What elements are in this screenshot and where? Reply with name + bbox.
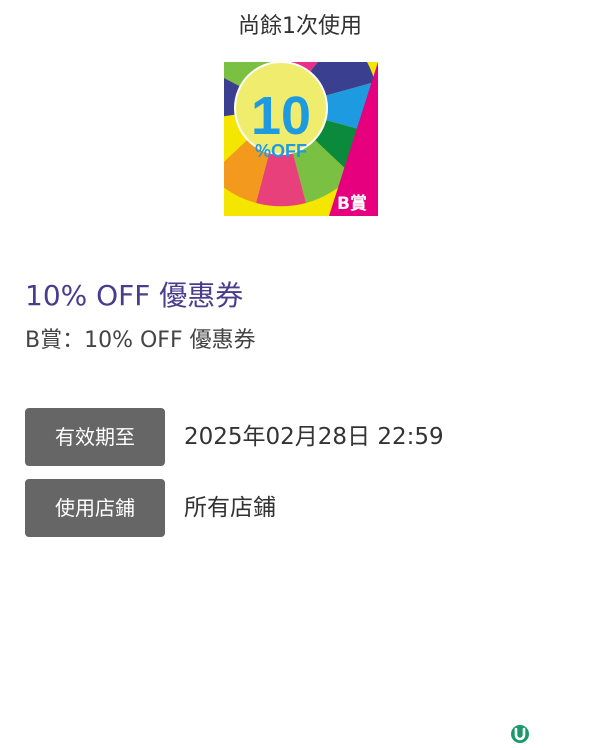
expiry-label: 有效期至 [25,408,165,466]
prize-label: B賞 [337,193,367,214]
expiry-value: 2025年02月28日 22:59 [184,424,444,450]
stores-label: 使用店鋪 [25,479,165,537]
coupon-title: 10% OFF 優惠券 [25,279,244,312]
prize-wheel-coupon-icon: 10 %OFF B賞 [224,62,378,216]
discount-number: 10 [251,86,311,146]
stores-value: 所有店鋪 [184,495,276,521]
remaining-uses-text: 尚餘1次使用 [238,14,362,39]
u-brand-icon [511,725,529,743]
discount-off-text: %OFF [255,141,307,161]
coupon-description: B賞：10% OFF 優惠券 [25,328,256,353]
expiry-row: 有效期至 2025年02月28日 22:59 [25,408,585,466]
stores-row: 使用店鋪 所有店鋪 [25,479,585,537]
